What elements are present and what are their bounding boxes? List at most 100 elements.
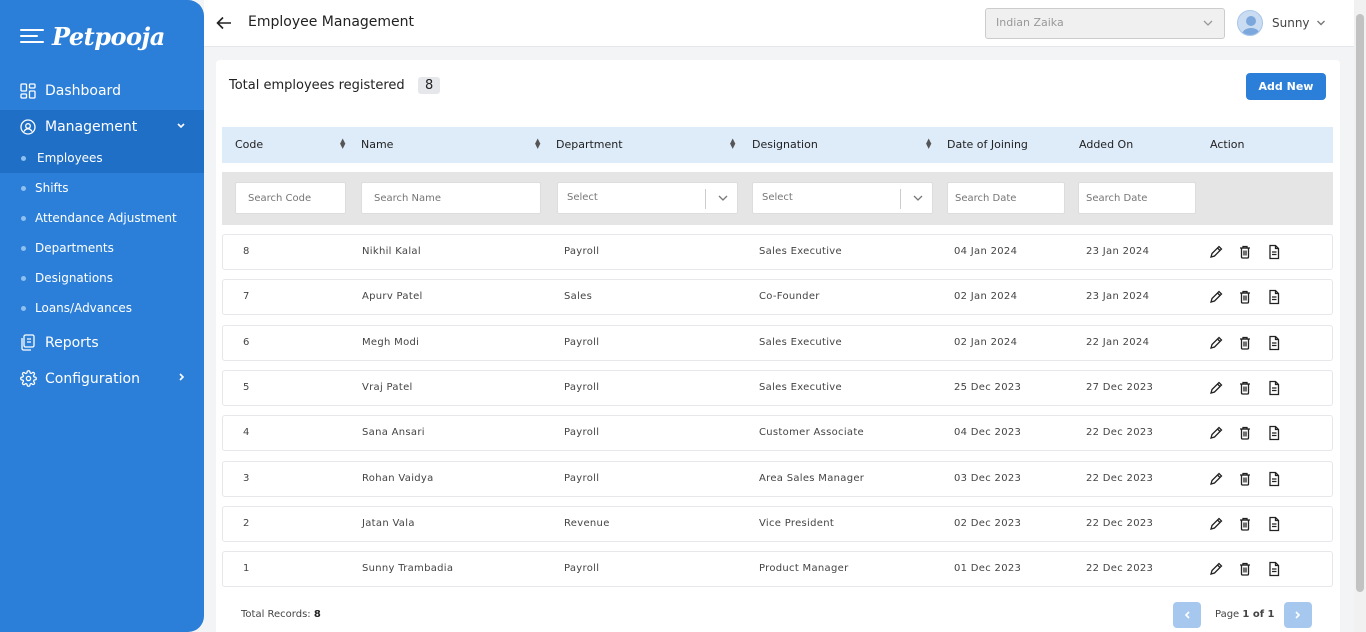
cell-added-on: 27 Dec 2023 xyxy=(1086,381,1154,393)
brand-logo[interactable]: Petpooja xyxy=(52,22,165,51)
search-name-input[interactable] xyxy=(361,182,541,214)
delete-icon[interactable] xyxy=(1237,561,1253,577)
cell-added-on: 23 Jan 2024 xyxy=(1086,291,1150,303)
sidebar-item-label: Management xyxy=(45,118,138,135)
column-header-action: Action xyxy=(1210,138,1245,151)
page-scrollbar[interactable] xyxy=(1354,0,1366,632)
user-menu[interactable]: Sunny xyxy=(1237,10,1326,36)
department-select[interactable]: Select xyxy=(557,182,738,214)
edit-icon[interactable] xyxy=(1208,516,1224,532)
chevron-down-icon xyxy=(717,192,729,207)
delete-icon[interactable] xyxy=(1237,244,1253,260)
document-icon[interactable] xyxy=(1266,516,1282,532)
total-records: Total Records: 8 xyxy=(241,609,321,620)
search-added-on-input[interactable] xyxy=(1078,182,1196,214)
chevron-right-icon xyxy=(178,372,186,385)
employees-card: Total employees registered 8 Add New Cod… xyxy=(216,60,1340,632)
delete-icon[interactable] xyxy=(1237,289,1253,305)
edit-icon[interactable] xyxy=(1208,244,1224,260)
document-icon[interactable] xyxy=(1266,289,1282,305)
designation-select[interactable]: Select xyxy=(752,182,933,214)
edit-icon[interactable] xyxy=(1208,561,1224,577)
subitem-label: Shifts xyxy=(35,181,69,195)
cell-designation: Sales Executive xyxy=(759,381,842,393)
edit-icon[interactable] xyxy=(1208,335,1224,351)
sidebar-subitem-departments[interactable]: Departments xyxy=(0,233,204,263)
edit-icon[interactable] xyxy=(1208,471,1224,487)
scrollbar-thumb[interactable] xyxy=(1356,14,1364,592)
edit-icon[interactable] xyxy=(1208,425,1224,441)
cell-date-of-joining: 01 Dec 2023 xyxy=(954,563,1022,575)
column-header-date-of-joining[interactable]: Date of Joining xyxy=(947,138,1028,151)
document-icon[interactable] xyxy=(1266,335,1282,351)
sort-icon[interactable]: ▲ ▼ xyxy=(730,138,735,150)
document-icon[interactable] xyxy=(1266,380,1282,396)
department-select-value: Select xyxy=(567,192,598,203)
cell-code: 3 xyxy=(243,472,250,484)
sidebar-item-management[interactable]: Management xyxy=(0,110,204,143)
cell-designation: Co-Founder xyxy=(759,291,820,303)
delete-icon[interactable] xyxy=(1237,471,1253,487)
table-row: 1 Sunny Trambadia Payroll Product Manager 01… xyxy=(222,551,1333,588)
prev-page-button[interactable] xyxy=(1173,602,1201,628)
cell-code: 5 xyxy=(243,381,250,393)
edit-icon[interactable] xyxy=(1208,289,1224,305)
cell-code: 4 xyxy=(243,427,250,439)
sidebar-item-dashboard[interactable]: Dashboard xyxy=(0,74,204,107)
cell-code: 2 xyxy=(243,517,250,529)
document-icon[interactable] xyxy=(1266,425,1282,441)
outlet-select[interactable]: Indian Zaika xyxy=(985,8,1225,39)
document-icon[interactable] xyxy=(1266,471,1282,487)
document-icon[interactable] xyxy=(1266,561,1282,577)
column-header-name[interactable]: Name xyxy=(361,138,393,151)
cell-name: Rohan Vaidya xyxy=(362,472,434,484)
menu-toggle-icon[interactable] xyxy=(20,27,44,45)
delete-icon[interactable] xyxy=(1237,335,1253,351)
select-divider xyxy=(705,189,706,209)
designation-select-value: Select xyxy=(762,192,793,203)
back-arrow-icon[interactable] xyxy=(214,13,234,33)
cell-date-of-joining: 04 Dec 2023 xyxy=(954,427,1022,439)
table-row: 5 Vraj Patel Payroll Sales Executive 25 Dec … xyxy=(222,369,1333,406)
column-header-designation[interactable]: Designation xyxy=(752,138,818,151)
search-code-input[interactable] xyxy=(235,182,346,214)
cell-added-on: 22 Dec 2023 xyxy=(1086,563,1154,575)
add-new-button[interactable]: Add New xyxy=(1246,73,1326,100)
dashboard-icon xyxy=(19,82,37,100)
delete-icon[interactable] xyxy=(1237,380,1253,396)
sidebar-subitem-shifts[interactable]: Shifts xyxy=(0,173,204,203)
column-header-department[interactable]: Department xyxy=(556,138,623,151)
total-records-value: 8 xyxy=(313,609,321,620)
next-page-button[interactable] xyxy=(1284,602,1312,628)
delete-icon[interactable] xyxy=(1237,516,1253,532)
subitem-label: Loans/Advances xyxy=(35,301,132,315)
cell-date-of-joining: 02 Jan 2024 xyxy=(954,291,1018,303)
table-row: 4 Sana Ansari Payroll Customer Associate 04 … xyxy=(222,415,1333,452)
cell-department: Payroll xyxy=(564,381,600,393)
sidebar-item-configuration[interactable]: Configuration xyxy=(0,362,204,395)
cell-designation: Customer Associate xyxy=(759,427,865,439)
cell-department: Payroll xyxy=(564,336,600,348)
column-header-added-on[interactable]: Added On xyxy=(1079,138,1133,151)
sidebar-subitem-attendance-adjustment[interactable]: Attendance Adjustment xyxy=(0,203,204,233)
subitem-label: Designations xyxy=(35,271,114,285)
sort-icon[interactable]: ▲ ▼ xyxy=(926,138,931,150)
column-header-code[interactable]: Code xyxy=(235,138,263,151)
sort-icon[interactable]: ▲ ▼ xyxy=(535,138,540,150)
sidebar-item-reports[interactable]: Reports xyxy=(0,326,204,359)
sidebar-subitem-designations[interactable]: Designations xyxy=(0,263,204,293)
sidebar-item-label: Configuration xyxy=(45,370,140,387)
chevron-down-icon xyxy=(1202,17,1214,32)
cell-code: 1 xyxy=(243,563,250,575)
sidebar-subitem-loans-advances[interactable]: Loans/Advances xyxy=(0,293,204,323)
sidebar-subitem-employees[interactable]: Employees xyxy=(0,143,204,173)
page-title: Employee Management xyxy=(248,14,415,30)
search-date-of-joining-input[interactable] xyxy=(947,182,1065,214)
delete-icon[interactable] xyxy=(1237,425,1253,441)
document-icon[interactable] xyxy=(1266,244,1282,260)
select-divider xyxy=(900,189,901,209)
cell-name: Apurv Patel xyxy=(362,291,423,303)
edit-icon[interactable] xyxy=(1208,380,1224,396)
sort-icon[interactable]: ▲ ▼ xyxy=(340,138,345,150)
subitem-label: Employees xyxy=(37,151,103,165)
